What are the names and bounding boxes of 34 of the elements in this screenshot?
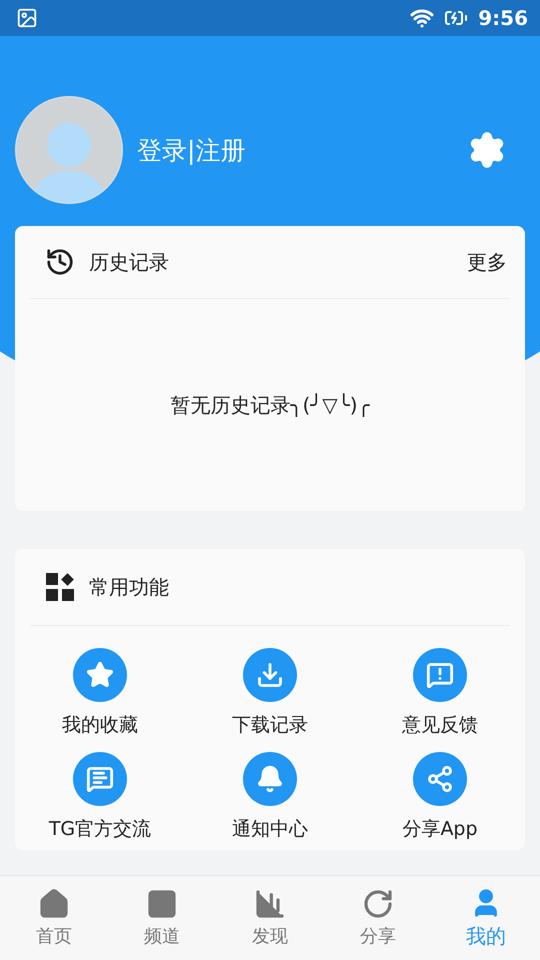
widgets-icon [45, 572, 75, 602]
function-label: 意见反馈 [402, 713, 478, 738]
star-icon [86, 661, 114, 689]
history-icon [45, 247, 75, 277]
nav-tab[interactable]: 分享 [324, 876, 432, 960]
card-title: 历史记录 [89, 248, 170, 276]
function-label: 我的收藏 [62, 713, 138, 738]
function-button[interactable] [73, 752, 127, 806]
function-button[interactable] [413, 752, 467, 806]
status-time: 9:56 [478, 6, 528, 30]
login-register-link[interactable]: 登录|注册 [137, 134, 453, 166]
share-arrow-icon [362, 888, 394, 920]
more-link[interactable]: 更多 [467, 248, 507, 276]
bell-icon [256, 765, 284, 793]
nav-tab[interactable]: 首页 [0, 876, 108, 960]
download-icon [256, 661, 284, 689]
function-label: TG官方交流 [48, 817, 152, 842]
function-button[interactable] [243, 648, 297, 702]
home-icon [38, 888, 70, 920]
message-icon [86, 765, 114, 793]
function-button[interactable] [413, 648, 467, 702]
function-label: 分享App [402, 817, 478, 842]
nav-tab[interactable]: 我的 [432, 876, 540, 960]
image-icon [16, 7, 38, 29]
alert-message-icon [426, 661, 454, 689]
function-button[interactable] [73, 648, 127, 702]
empty-message: 暂无历史记录╮(╯▽╰)╭ [170, 392, 370, 418]
nav-tab[interactable]: 频道 [108, 876, 216, 960]
function-label: 通知中心 [232, 817, 308, 842]
function-button[interactable] [243, 752, 297, 806]
nav-tab[interactable]: 发现 [216, 876, 324, 960]
card-title: 常用功能 [89, 574, 170, 600]
function-label: 下载记录 [232, 713, 308, 738]
share-icon [426, 765, 454, 793]
